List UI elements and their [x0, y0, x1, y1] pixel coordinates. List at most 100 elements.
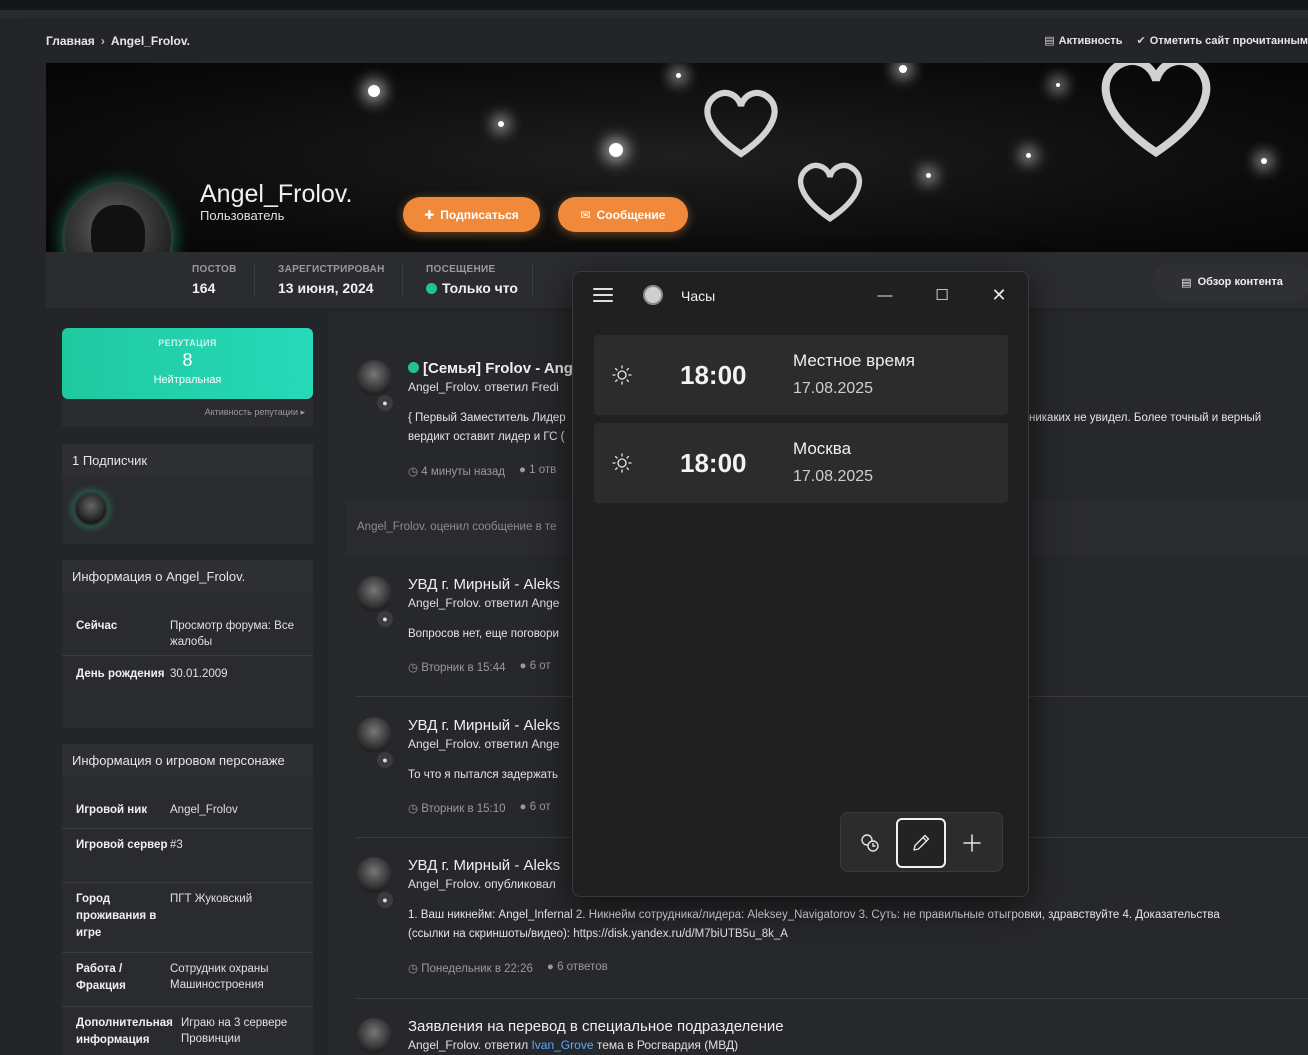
close-icon[interactable]: ✕	[985, 282, 1013, 308]
reputation-activity-link[interactable]: Активность репутации ▸	[62, 399, 313, 427]
message-button[interactable]: ✉ Сообщение	[558, 197, 688, 232]
game-row: Работа / Фракция Сотрудник охраны Машино…	[62, 953, 313, 1007]
clock-place: Москва	[793, 439, 852, 458]
top-strip	[0, 0, 1308, 10]
user-plus-icon: ✚	[424, 207, 435, 222]
stat-visit-label: Посещение	[426, 264, 496, 275]
edit-button[interactable]	[896, 818, 946, 868]
world-clock-card[interactable]: 18:00 Местное время 17.08.2025	[594, 335, 1008, 415]
breadcrumb-current[interactable]: Angel_Frolov.	[111, 34, 190, 48]
feed-subtitle-text-2: тема в Росгвардия (МВД)	[596, 1038, 739, 1052]
feed-replies: ● 6 от	[520, 660, 551, 674]
content-overview-button[interactable]: ▤ Обзор контента	[1152, 263, 1308, 301]
feed-item: Заявления на перевод в специальное подра…	[356, 1018, 1308, 1055]
feed-time[interactable]: ◷ 4 минуты назад	[408, 464, 505, 478]
feed-body: 1. Ваш никнейм: Angel_Infernal 2. Никней…	[408, 906, 1298, 944]
comment-icon: ●	[375, 393, 395, 413]
stat-visit-value: Только что	[426, 280, 518, 296]
feed-title[interactable]: УВД г. Мирный - Aleks	[408, 576, 560, 593]
sun-icon	[612, 365, 632, 385]
heart-decoration	[704, 89, 778, 158]
game-info-title: Информация о игровом персонаже	[62, 744, 313, 776]
about-row-now: Сейчас Просмотр форума: Все жалобы	[62, 610, 313, 656]
game-value: #3	[170, 839, 183, 851]
game-info-block: Информация о игровом персонаже Игровой н…	[62, 744, 313, 1055]
clock-date: 17.08.2025	[793, 468, 874, 485]
feed-body-text: 1. Ваш никнейм: Angel_Infernal 2. Никней…	[408, 909, 1220, 921]
stat-posts: Постов 164	[192, 264, 237, 296]
feed-subtitle: Angel_Frolov. опубликовал	[408, 877, 556, 891]
stat-registered-value: 13 июня, 2024	[278, 280, 374, 296]
sparkle	[498, 121, 504, 127]
clock-icon: ◷	[408, 803, 422, 815]
feed-time[interactable]: ◷ Понедельник в 22:26	[408, 961, 533, 975]
game-value: ПГТ Жуковский	[170, 893, 253, 905]
stat-posts-value[interactable]: 164	[192, 280, 237, 296]
stat-registered: Зарегистрирован 13 июня, 2024	[278, 264, 385, 296]
about-value[interactable]: Просмотр форума: Все жалобы	[170, 618, 299, 648]
feed-avatar[interactable]	[356, 717, 392, 753]
window-title: Часы	[681, 288, 716, 304]
comment-icon: ●	[375, 890, 395, 910]
hamburger-menu-icon[interactable]	[593, 288, 613, 304]
about-value: 30.01.2009	[170, 668, 228, 680]
feed-title[interactable]: [Семья] Frolov - Ang	[408, 360, 573, 377]
feed-avatar[interactable]	[356, 857, 392, 893]
comment-icon: ●	[519, 801, 530, 813]
feed-time[interactable]: ◷ Вторник в 15:44	[408, 660, 506, 674]
feed-body-text-2[interactable]: (ссылки на скриншоты/видео): https://dis…	[408, 928, 788, 940]
comment-icon: ●	[375, 750, 395, 770]
feed-title[interactable]: Заявления на перевод в специальное подра…	[408, 1018, 784, 1035]
minimize-icon[interactable]: —	[871, 282, 899, 308]
profile-user-title: Пользователь	[200, 208, 285, 223]
feed-time[interactable]: ◷ Вторник в 15:10	[408, 801, 506, 815]
activity-row-text: Angel_Frolov. оценил сообщение в те	[357, 521, 557, 533]
feed-body-text-2: вердикт оставит лидер и ГС (	[408, 431, 565, 443]
breadcrumb-separator: ›	[100, 34, 105, 48]
world-clock-card[interactable]: 18:00 Москва 17.08.2025	[594, 423, 1008, 503]
comment-icon: ●	[519, 660, 530, 672]
heart-decoration	[1101, 63, 1211, 158]
feed-meta: ◷ Вторник в 15:44 ● 6 от	[408, 660, 551, 674]
game-key: Работа / Фракция	[76, 963, 126, 992]
feed-replies: ● 6 ответов	[547, 961, 608, 975]
feed-avatar[interactable]	[356, 576, 392, 612]
clock-icon: ◷	[408, 466, 422, 478]
followers-title[interactable]: 1 Подписчик	[62, 444, 313, 476]
mark-read-link[interactable]: ✔ Отметить сайт прочитанным	[1137, 34, 1308, 47]
stat-posts-label: Постов	[192, 264, 237, 275]
reputation-activity-label: Активность репутации ▸	[204, 407, 305, 417]
maximize-icon[interactable]: ☐	[928, 282, 956, 308]
feed-replies: ● 6 от	[520, 801, 551, 815]
time-compare-icon	[861, 834, 879, 852]
game-key: Город проживания в игре	[76, 893, 157, 939]
activity-link[interactable]: ▤ Активность	[1044, 34, 1122, 47]
feed-title[interactable]: УВД г. Мирный - Aleks	[408, 857, 560, 874]
clock-toolbar	[840, 812, 1003, 872]
game-row: Город проживания в игре ПГТ Жуковский	[62, 883, 313, 953]
feed-title[interactable]: УВД г. Мирный - Aleks	[408, 717, 560, 734]
subscribe-label: Подписаться	[440, 207, 519, 222]
feed-avatar[interactable]	[356, 360, 392, 396]
feed-replies: ● 1 отв	[519, 464, 556, 478]
sparkle	[609, 143, 623, 157]
feed-user-link[interactable]: Ivan_Grove	[531, 1038, 593, 1052]
feed-title-text: [Семья] Frolov - Ang	[423, 360, 573, 377]
stat-registered-label: Зарегистрирован	[278, 264, 385, 275]
feed-replies-text: 6 от	[529, 660, 551, 672]
game-key: Дополнительная информация	[76, 1017, 173, 1046]
reputation-card[interactable]: РЕПУТАЦИЯ 8 Нейтральная	[62, 328, 313, 399]
breadcrumb-home[interactable]: Главная	[46, 34, 95, 48]
feed-meta: ◷ 4 минуты назад ● 1 отв	[408, 464, 556, 478]
add-button[interactable]	[947, 818, 997, 868]
feed-avatar[interactable]	[356, 1018, 392, 1054]
stat-visit: Посещение Только что	[426, 264, 518, 296]
compare-time-button[interactable]	[845, 818, 895, 868]
reputation-title: РЕПУТАЦИЯ	[158, 338, 217, 348]
follower-avatar[interactable]	[74, 492, 108, 526]
followers-block: 1 Подписчик	[62, 444, 313, 544]
sparkle	[676, 73, 681, 78]
feed-subtitle-text: Angel_Frolov. ответил	[408, 1038, 529, 1052]
subscribe-button[interactable]: ✚ Подписаться	[403, 197, 540, 232]
stat-divider	[402, 264, 403, 296]
